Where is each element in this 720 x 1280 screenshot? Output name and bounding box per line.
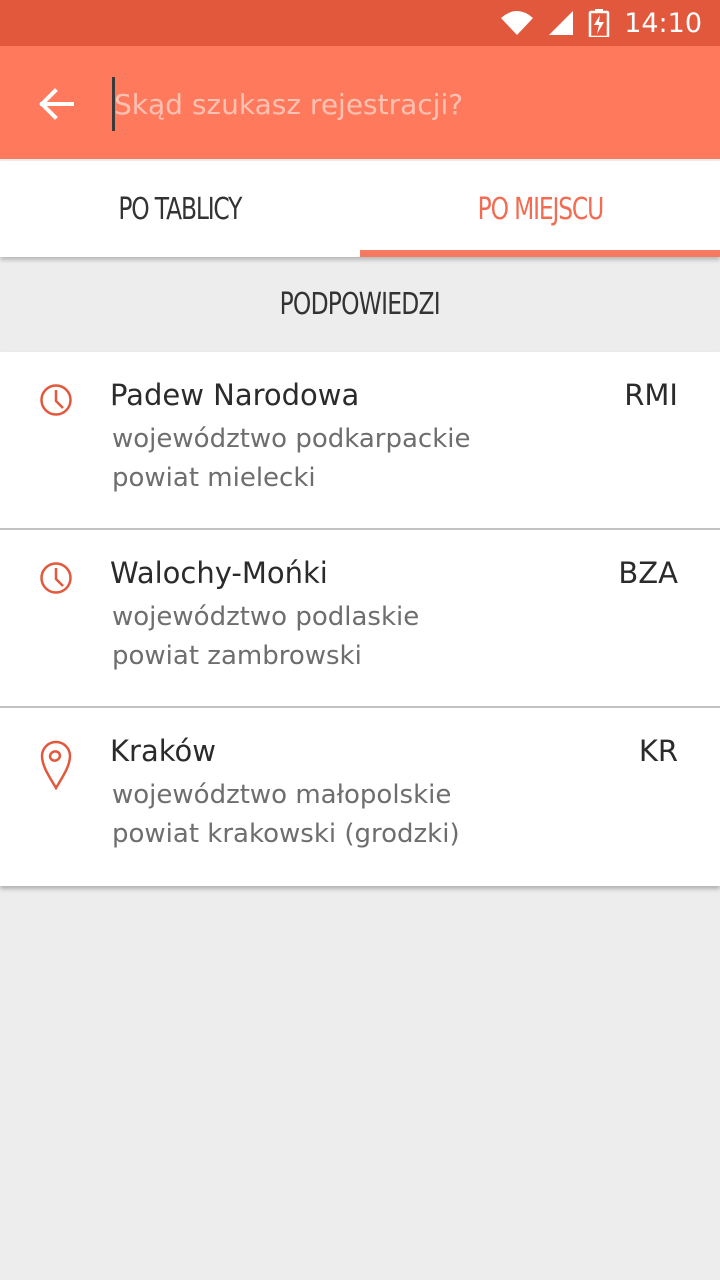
section-title: PODPOWIEDZI [279,287,441,322]
list-item[interactable]: Padew Narodowa RMI województwo podkarpac… [0,352,720,530]
county: powiat mielecki [112,463,316,493]
tab-po-tablicy[interactable]: PO TABLICY [0,161,360,257]
tab-bar: PO TABLICY PO MIEJSCU [0,161,720,257]
county: powiat krakowski (grodzki) [112,819,460,849]
county: powiat zambrowski [112,641,362,671]
voivodeship: województwo małopolskie [112,780,452,810]
battery-charging-icon [588,9,610,37]
status-icons: 14:10 [500,0,702,46]
map-pin-icon [40,740,72,790]
plate-code: KR [638,734,678,768]
list-item[interactable]: Kraków KR województwo małopolskie powiat… [0,708,720,886]
arrow-left-icon [39,88,74,120]
suggestions-list: Padew Narodowa RMI województwo podkarpac… [0,352,720,886]
plate-code: RMI [624,378,678,412]
place-name: Padew Narodowa [110,378,360,412]
place-name: Kraków [110,734,216,768]
clock-time: 14:10 [624,7,702,39]
app-toolbar [0,46,720,159]
active-tab-indicator [360,250,720,257]
clock-icon [40,562,72,594]
tab-label: PO TABLICY [118,191,243,227]
place-name: Walochy-Mońki [110,556,328,590]
tab-po-miejscu[interactable]: PO MIEJSCU [360,161,720,257]
tab-label: PO MIEJSCU [477,191,604,227]
section-header: PODPOWIEDZI [0,257,720,352]
signal-icon [549,11,574,35]
plate-code: BZA [618,556,678,590]
search-input[interactable] [114,76,694,132]
clock-icon [40,384,72,416]
back-button[interactable] [24,76,88,132]
status-bar: 14:10 [0,0,720,46]
list-item[interactable]: Walochy-Mońki BZA województwo podlaskie … [0,530,720,708]
wifi-icon [501,11,534,35]
voivodeship: województwo podlaskie [112,602,420,632]
voivodeship: województwo podkarpackie [112,424,471,454]
